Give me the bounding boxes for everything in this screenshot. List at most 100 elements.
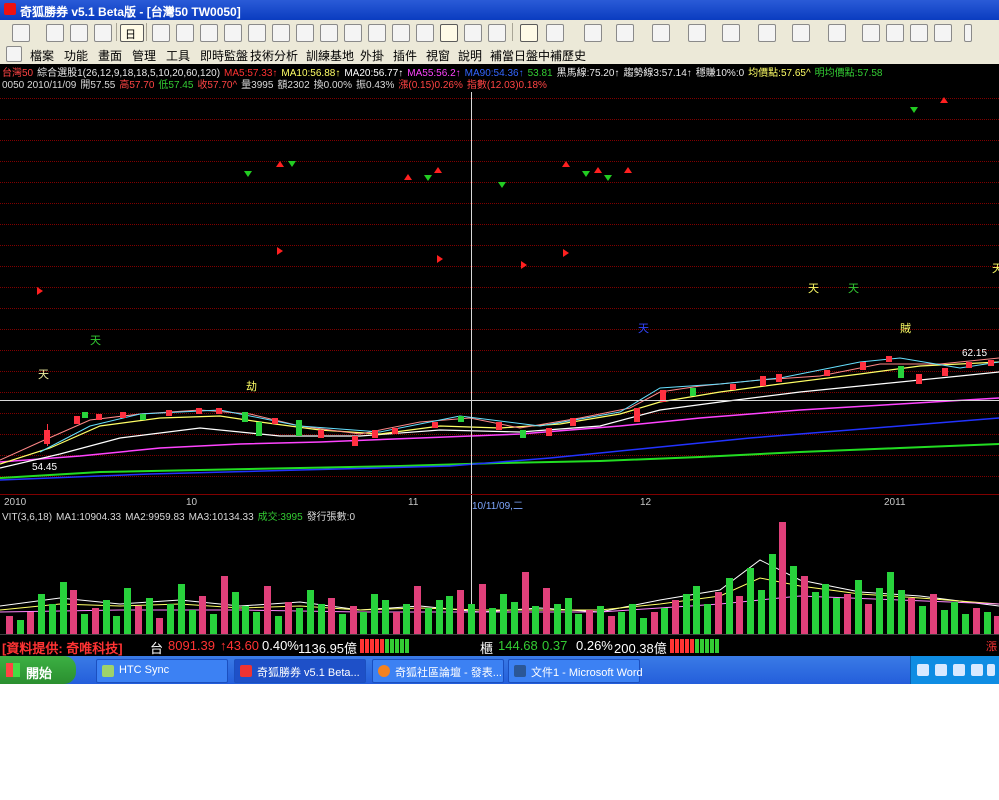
quote-segment-1: 開57.55 (80, 80, 116, 91)
draw-line-icon[interactable] (546, 24, 564, 42)
taskbar: 開始 HTC Sync 奇狐勝券 v5.1 Beta... 奇狐社區論壇 - 發… (0, 656, 999, 684)
pin-icon[interactable] (964, 24, 972, 42)
volume-bar (360, 612, 367, 634)
volume-bar (790, 566, 797, 634)
menu-help[interactable]: 說明 (458, 47, 482, 64)
grid-icon[interactable] (368, 24, 386, 42)
task-forum-browser[interactable]: 奇狐社區論壇 - 發表... (372, 659, 504, 683)
draw-cursor-icon[interactable] (520, 24, 538, 42)
stock-chart[interactable]: 台灣50 綜合選股1(26,12,9,18,18,5,10,20,60,120) M… (0, 64, 999, 634)
menu-intraday-fill[interactable]: 補當日盤中 (490, 47, 550, 64)
volume-bar (876, 588, 883, 634)
open-folder-icon[interactable] (12, 24, 30, 42)
draw-flag-icon[interactable] (910, 24, 928, 42)
draw-channel-icon[interactable] (688, 24, 706, 42)
zoom-out-icon[interactable] (488, 24, 506, 42)
signal-annotation: 天 (90, 335, 101, 347)
sell-signal-icon (244, 171, 252, 177)
help-icon[interactable] (935, 664, 947, 676)
volume-bar (70, 590, 77, 634)
volume-bar (672, 600, 679, 634)
menu-bar: 檔案 功能 畫面 管理 工具 即時監盤 技術分析 訓練基地 外掛 插件 視窗 說… (0, 44, 999, 65)
menu-window[interactable]: 視窗 (426, 47, 450, 64)
draw-fan-icon[interactable] (652, 24, 670, 42)
menu-realtime[interactable]: 即時監盤 (200, 47, 248, 64)
sell-signal-icon (424, 175, 432, 181)
task-stock-app[interactable]: 奇狐勝券 v5.1 Beta... (234, 659, 366, 683)
volume-bar (951, 602, 958, 634)
app-menu-icon[interactable] (6, 46, 22, 62)
indicator-icon[interactable] (176, 24, 194, 42)
volume-bar (242, 606, 249, 634)
network-icon[interactable] (953, 664, 965, 676)
sell-signal-icon (604, 175, 612, 181)
windows-logo-icon (6, 663, 20, 677)
word-icon (514, 665, 526, 677)
menu-tools[interactable]: 工具 (166, 47, 190, 64)
menu-history-fill[interactable]: 補歷史 (550, 47, 586, 64)
volume-bar (307, 590, 314, 634)
table-icon[interactable] (392, 24, 410, 42)
period-select[interactable]: 日 (120, 24, 144, 42)
data-source-label: [資料提供: 奇唯科技] (2, 641, 123, 656)
volume-bar (6, 616, 13, 634)
security-icon[interactable] (987, 664, 995, 676)
volume-bar (221, 576, 228, 634)
candle-chart-icon[interactable] (440, 24, 458, 42)
volume-bar (941, 610, 948, 634)
draw-tool-icon[interactable] (886, 24, 904, 42)
draw-vline-icon[interactable] (616, 24, 634, 42)
indicator-segment-8: 黑馬線:75.20↑ (556, 68, 620, 79)
draw-delete-icon[interactable] (862, 24, 880, 42)
print-icon[interactable] (46, 24, 64, 42)
draw-arrows-icon[interactable] (722, 24, 740, 42)
chart-type-icon[interactable] (152, 24, 170, 42)
layout-icon[interactable] (94, 24, 112, 42)
link-icon[interactable] (296, 24, 314, 42)
menu-plugin[interactable]: 外掛 (360, 47, 384, 64)
menu-addon[interactable]: 插件 (393, 47, 417, 64)
volume-bar (350, 606, 357, 634)
quote-segment-3: 低57.45 (158, 80, 194, 91)
draw-text-icon[interactable] (828, 24, 846, 42)
volume-bar (855, 580, 862, 634)
volume-bar (661, 608, 668, 634)
buy-signal-icon (594, 167, 602, 173)
window-icon[interactable] (416, 24, 434, 42)
firefox-icon (378, 665, 390, 677)
keyboard-icon[interactable] (917, 664, 929, 676)
volume-bar (887, 572, 894, 634)
price-plot[interactable]: 54.45 62.15 天 天 劫 天 天 天 賊 天 (0, 92, 999, 498)
main-toolbar: 日 (0, 20, 999, 45)
volume-bar (919, 606, 926, 634)
draw-rect-icon[interactable] (758, 24, 776, 42)
start-button[interactable]: 開始 (0, 656, 76, 684)
news-icon[interactable] (248, 24, 266, 42)
volume-bar (522, 572, 529, 634)
copy-icon[interactable] (224, 24, 242, 42)
draw-ellipse-icon[interactable] (792, 24, 810, 42)
volume-bar (446, 596, 453, 634)
task-htc-sync[interactable]: HTC Sync (96, 659, 228, 683)
volume-bar (758, 590, 765, 634)
draw-grid-icon[interactable] (934, 24, 952, 42)
zoom-in-icon[interactable] (464, 24, 482, 42)
volume-bar (865, 604, 872, 634)
volume-plot[interactable] (0, 520, 999, 634)
list-icon[interactable] (200, 24, 218, 42)
volume-bar (275, 616, 282, 634)
buy-signal-icon (624, 167, 632, 173)
globe-icon[interactable] (344, 24, 362, 42)
menu-technical[interactable]: 技術分析 (250, 47, 298, 64)
menu-function[interactable]: 功能 (64, 47, 88, 64)
volume-icon[interactable] (971, 664, 983, 676)
menu-screen[interactable]: 畫面 (98, 47, 122, 64)
task-word[interactable]: 文件1 - Microsoft Word (508, 659, 643, 683)
alert-icon[interactable] (272, 24, 290, 42)
warning-icon[interactable] (320, 24, 338, 42)
menu-training[interactable]: 訓練基地 (306, 47, 354, 64)
menu-file[interactable]: 檔案 (30, 47, 54, 64)
draw-hline-icon[interactable] (584, 24, 602, 42)
crosshair-icon[interactable] (70, 24, 88, 42)
menu-manage[interactable]: 管理 (132, 47, 156, 64)
